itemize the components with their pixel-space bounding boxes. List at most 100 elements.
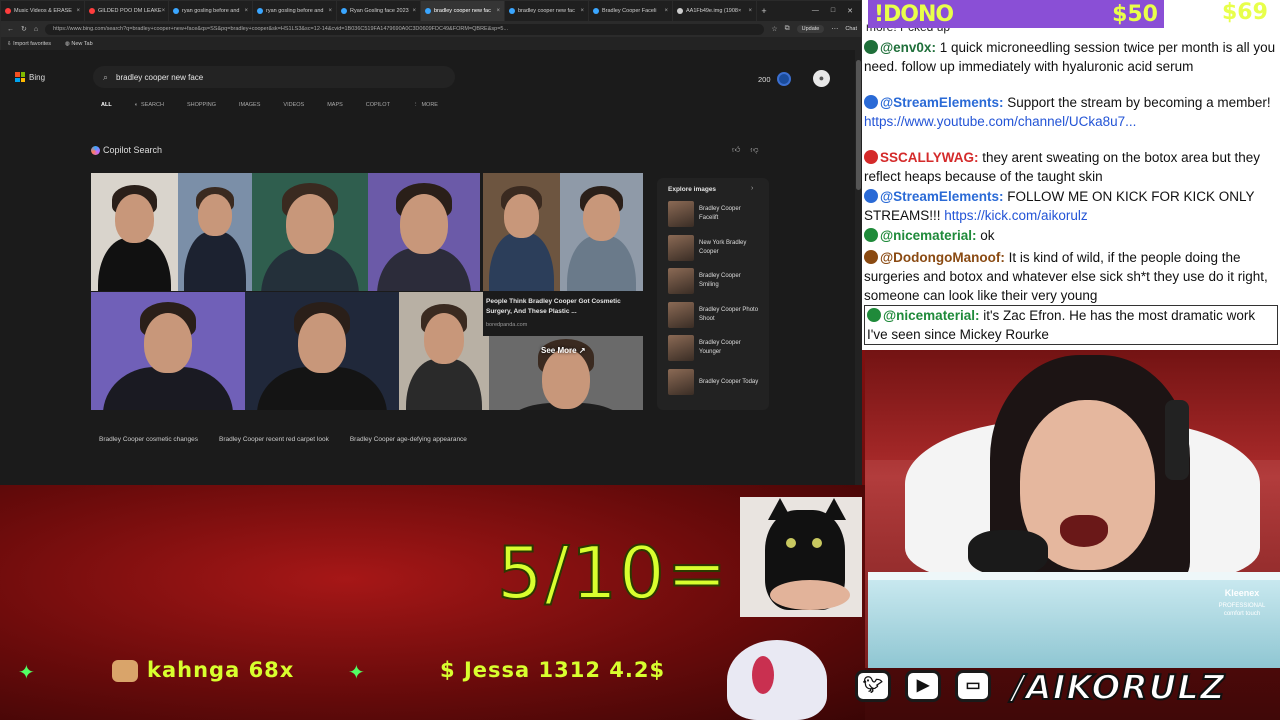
rewards-medal-icon — [776, 72, 791, 86]
related-search-link[interactable]: Bradley Cooper recent red carpet look — [219, 436, 329, 443]
close-tab-icon[interactable]: × — [76, 8, 80, 14]
browser-tab[interactable]: bradley cooper new fac × — [505, 1, 589, 21]
image-result-thumbnail[interactable] — [399, 292, 489, 410]
browser-tab[interactable]: AA1Fb49e.img (1908× × — [673, 1, 757, 21]
scrollbar-thumb[interactable] — [856, 60, 861, 190]
tab-videos-label: VIDEOS — [283, 102, 305, 108]
bing-logo[interactable]: Bing — [15, 72, 45, 82]
user-badge-icon — [864, 228, 878, 242]
maximize-icon[interactable]: □ — [831, 7, 835, 15]
explore-image-item[interactable]: New York Bradley Cooper — [668, 234, 764, 262]
browser-tab[interactable]: bradley cooper new fac × — [421, 1, 505, 21]
tab-search[interactable]: ◐ SEARCH — [129, 102, 170, 108]
close-tab-icon[interactable]: × — [162, 8, 166, 14]
close-tab-icon[interactable]: × — [748, 8, 752, 14]
close-tab-icon[interactable]: × — [664, 8, 668, 14]
close-tab-icon[interactable]: × — [496, 8, 500, 14]
browser-tab[interactable]: GILDED POO DM LEAKE × — [85, 1, 169, 21]
tab-copilot[interactable]: COPILOT — [360, 102, 396, 108]
chat-link[interactable]: https://www.youtube.com/channel/UCka8u7.… — [864, 114, 1136, 129]
image-result-thumbnail[interactable] — [91, 292, 245, 410]
browser-tab[interactable]: ryan gosling before and × — [253, 1, 337, 21]
browser-tab[interactable]: Music Videos & ERASE × — [1, 1, 85, 21]
microphone-icon — [968, 530, 1048, 575]
chat-username[interactable]: @env0x: — [880, 40, 936, 55]
tab-maps[interactable]: MAPS — [321, 102, 349, 108]
chat-username[interactable]: @DodongoManoof: — [880, 250, 1005, 265]
copilot-chat-button[interactable]: Chat — [845, 26, 857, 32]
image-result-thumbnail[interactable] — [368, 173, 480, 291]
favorite-import[interactable]: ⇩ Import favorites — [7, 41, 51, 47]
image-caption-title[interactable]: People Think Bradley Cooper Got Cosmetic… — [486, 297, 641, 317]
chevron-right-icon[interactable]: › — [751, 185, 753, 192]
thumbs-down-icon[interactable]: 👎︎ — [750, 145, 758, 155]
explore-image-item[interactable]: Bradley Cooper Photo Shoot — [668, 301, 764, 329]
tab-more[interactable]: ⋮ MORE — [407, 102, 444, 108]
browser-tab[interactable]: Ryan Gosling face 2023 × — [337, 1, 421, 21]
search-input[interactable]: bradley cooper new face — [116, 73, 203, 82]
refresh-icon[interactable]: ↻ — [21, 25, 27, 33]
address-bar: ← ↻ ⌂ https://www.bing.com/search?q=brad… — [1, 21, 861, 37]
image-result-thumbnail[interactable] — [560, 173, 643, 291]
close-tab-icon[interactable]: × — [244, 8, 248, 14]
cat-ear — [768, 498, 792, 520]
favorite-newtab[interactable]: ◍ New Tab — [65, 41, 93, 47]
search-box[interactable]: ⌕ bradley cooper new face — [93, 66, 455, 88]
image-result-thumbnail[interactable] — [245, 292, 399, 410]
twitter-icon: 🐦︎ — [855, 670, 891, 702]
image-result-thumbnail[interactable] — [91, 173, 178, 291]
url-field[interactable]: https://www.bing.com/search?q=bradley+co… — [45, 23, 765, 35]
see-more-button[interactable]: See More ↗ — [541, 346, 586, 355]
account-avatar[interactable]: ● — [813, 70, 830, 87]
explore-image-item[interactable]: Bradley Cooper Younger — [668, 334, 764, 362]
chat-username[interactable]: @nicematerial: — [883, 308, 979, 323]
extensions-icon[interactable]: ⧉ — [785, 25, 790, 33]
explore-thumbnail — [668, 301, 694, 328]
explore-item-label: Bradley Cooper Smiling — [699, 273, 741, 289]
user-badge-icon — [867, 308, 881, 322]
explore-item-label: Bradley Cooper Facelift — [699, 206, 741, 221]
browser-tab[interactable]: Bradley Cooper Faceli × — [589, 1, 673, 21]
close-tab-icon[interactable]: × — [412, 8, 416, 14]
social-links: 🐦︎ ▶ ▭ — [855, 670, 991, 702]
image-result-thumbnail[interactable] — [178, 173, 252, 291]
suit-shape — [376, 248, 472, 291]
related-search-link[interactable]: Bradley Cooper cosmetic changes — [99, 436, 198, 443]
explore-image-item[interactable]: Bradley Cooper Smiling — [668, 267, 764, 295]
related-search-link[interactable]: Bradley Cooper age-defying appearance — [350, 436, 467, 443]
tab-favicon-icon — [257, 8, 263, 14]
streamer-handle: /AIKORULZ — [1011, 667, 1226, 709]
minimize-icon[interactable]: — — [812, 7, 819, 15]
new-tab-icon[interactable]: + — [757, 6, 771, 16]
chat-link[interactable]: https://kick.com/aikorulz — [944, 208, 1087, 223]
image-result-thumbnail[interactable] — [483, 173, 560, 291]
explore-image-item[interactable]: Bradley Cooper Facelift — [668, 200, 764, 228]
chat-message: SSCALLYWAG: they arent sweating on the b… — [864, 148, 1278, 186]
tab-shopping[interactable]: SHOPPING — [181, 102, 222, 108]
tab-all[interactable]: ALL — [95, 102, 118, 108]
tab-images[interactable]: IMAGES — [233, 102, 266, 108]
search-icon[interactable]: ⌕ — [103, 72, 108, 83]
browser-tab[interactable]: ryan gosling before and × — [169, 1, 253, 21]
rewards-counter[interactable]: 200 — [758, 72, 791, 86]
user-badge-icon — [864, 189, 878, 203]
chat-username[interactable]: @nicematerial: — [880, 228, 976, 243]
tab-videos[interactable]: VIDEOS — [277, 102, 310, 108]
chat-username[interactable]: @StreamElements: — [880, 95, 1003, 110]
thumbs-up-icon[interactable]: 👍︎ — [732, 145, 740, 155]
chat-username[interactable]: @StreamElements: — [880, 189, 1003, 204]
star-icon[interactable]: ☆ — [771, 25, 777, 33]
face-shape — [423, 313, 465, 364]
back-icon[interactable]: ← — [7, 26, 14, 33]
home-icon[interactable]: ⌂ — [34, 26, 38, 33]
chat-username[interactable]: SSCALLYWAG: — [880, 150, 979, 165]
update-button[interactable]: Update — [796, 25, 825, 33]
close-window-icon[interactable]: ✕ — [847, 7, 853, 15]
close-tab-icon[interactable]: × — [328, 8, 332, 14]
explore-image-item[interactable]: Bradley Cooper Today — [668, 368, 764, 396]
close-tab-icon[interactable]: × — [580, 8, 584, 14]
rewards-points: 200 — [758, 74, 771, 84]
menu-icon[interactable]: ⋯ — [831, 25, 838, 33]
tab-label: ryan gosling before and — [266, 8, 324, 14]
image-result-thumbnail[interactable] — [252, 173, 368, 291]
